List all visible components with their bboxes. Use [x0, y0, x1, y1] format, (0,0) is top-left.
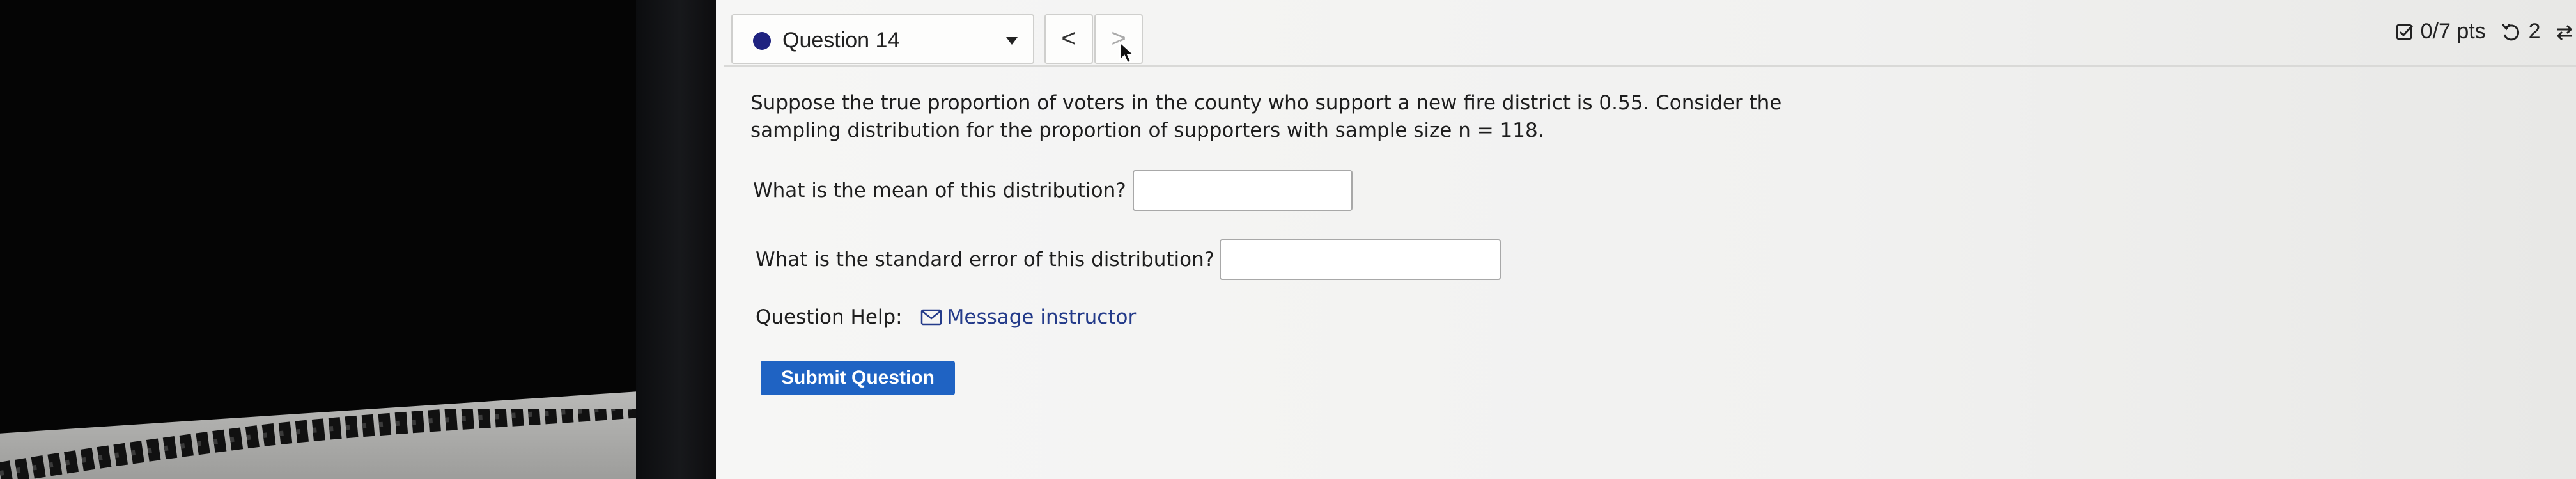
question-help-label: Question Help:	[756, 306, 903, 329]
mean-row: What is the mean of this distribution?	[753, 170, 1353, 211]
previous-question-button[interactable]: <	[1044, 14, 1093, 64]
status-dot	[753, 32, 771, 50]
quiz-screen: Question 14 < > 0/7 pts 2 Suppose the tr…	[716, 0, 2576, 479]
caret-down-icon	[1006, 37, 1018, 45]
attempts-count: 2	[2528, 19, 2541, 43]
standard-error-answer-input[interactable]	[1220, 239, 1501, 280]
points-label: 0/7 pts	[2420, 19, 2486, 43]
checkbox-icon	[2396, 24, 2414, 40]
score-status: 0/7 pts 2	[2395, 19, 2576, 44]
submit-question-button[interactable]: Submit Question	[761, 361, 955, 395]
question-toolbar: Question 14 < > 0/7 pts 2	[724, 14, 2576, 67]
mean-prompt: What is the mean of this distribution?	[753, 179, 1126, 202]
monitor-bezel	[636, 0, 716, 479]
message-instructor-label: Message instructor	[947, 306, 1137, 329]
chevron-left-icon: <	[1061, 24, 1076, 52]
question-text: Suppose the true proportion of voters in…	[750, 91, 1782, 142]
standard-error-prompt: What is the standard error of this distr…	[756, 248, 1215, 271]
sync-icon[interactable]	[2553, 22, 2576, 43]
retry-icon	[2502, 24, 2520, 41]
mouse-cursor-icon	[1119, 41, 1135, 64]
question-body: Suppose the true proportion of voters in…	[750, 90, 1837, 395]
braided-cable	[0, 409, 639, 479]
standard-error-row: What is the standard error of this distr…	[756, 239, 1501, 280]
mail-icon	[920, 309, 942, 326]
mean-answer-input[interactable]	[1132, 170, 1353, 211]
question-selector-label: Question 14	[782, 28, 900, 52]
message-instructor-link[interactable]: Message instructor	[920, 306, 1137, 329]
question-selector[interactable]: Question 14	[731, 14, 1034, 64]
background-desk	[0, 0, 639, 479]
question-help: Question Help: Message instructor	[756, 306, 1136, 329]
